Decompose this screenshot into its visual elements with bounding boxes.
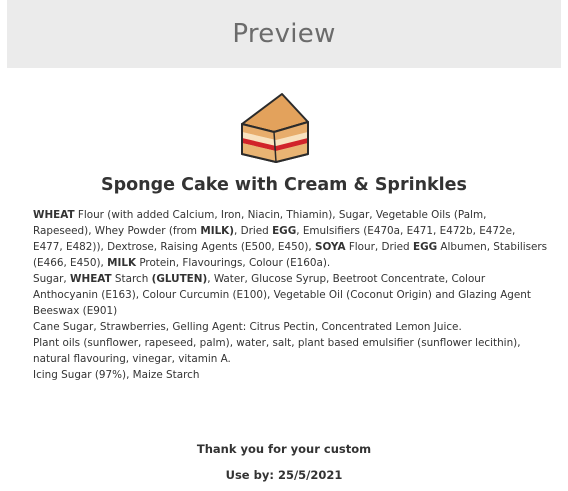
ingredients-list: WHEAT Flour (with added Calcium, Iron, N… bbox=[33, 207, 548, 383]
ingredient-text: Protein, Flavourings, Colour (E160a). bbox=[136, 257, 331, 269]
product-name: Sponge Cake with Cream & Sprinkles bbox=[101, 175, 467, 195]
cake-slice-icon bbox=[236, 88, 316, 166]
ingredient-text: Icing Sugar (97%), Maize Starch bbox=[33, 369, 200, 381]
allergen-text: EGG bbox=[272, 225, 297, 237]
ingredient-paragraph: Icing Sugar (97%), Maize Starch bbox=[33, 367, 548, 383]
ingredient-text: Starch bbox=[111, 273, 152, 285]
allergen-text: MILK bbox=[107, 257, 137, 269]
preview-header: Preview bbox=[7, 0, 561, 68]
ingredient-text: Plant oils (sunflower, rapeseed, palm), … bbox=[33, 337, 521, 365]
ingredient-paragraph: Cane Sugar, Strawberries, Gelling Agent:… bbox=[33, 319, 548, 335]
allergen-text: MILK) bbox=[200, 225, 234, 237]
allergen-text: WHEAT bbox=[70, 273, 112, 285]
ingredient-text: Cane Sugar, Strawberries, Gelling Agent:… bbox=[33, 321, 462, 333]
allergen-text: SOYA bbox=[314, 241, 346, 253]
thank-you-message: Thank you for your custom bbox=[196, 442, 372, 456]
allergen-text: EGG bbox=[412, 241, 438, 253]
allergen-text: (GLUTEN) bbox=[151, 273, 208, 285]
ingredient-paragraph: Plant oils (sunflower, rapeseed, palm), … bbox=[33, 335, 548, 367]
ingredient-text: Flour, Dried bbox=[345, 241, 413, 253]
allergen-text: WHEAT bbox=[33, 209, 75, 221]
use-by-date: Use by: 25/5/2021 bbox=[225, 468, 343, 482]
ingredient-paragraph: WHEAT Flour (with added Calcium, Iron, N… bbox=[33, 207, 548, 271]
preview-title: Preview bbox=[232, 19, 336, 49]
ingredient-paragraph: Sugar, WHEAT Starch (GLUTEN), Water, Glu… bbox=[33, 271, 548, 319]
ingredient-text: , Dried bbox=[234, 225, 273, 237]
ingredient-text: Sugar, bbox=[33, 273, 71, 285]
